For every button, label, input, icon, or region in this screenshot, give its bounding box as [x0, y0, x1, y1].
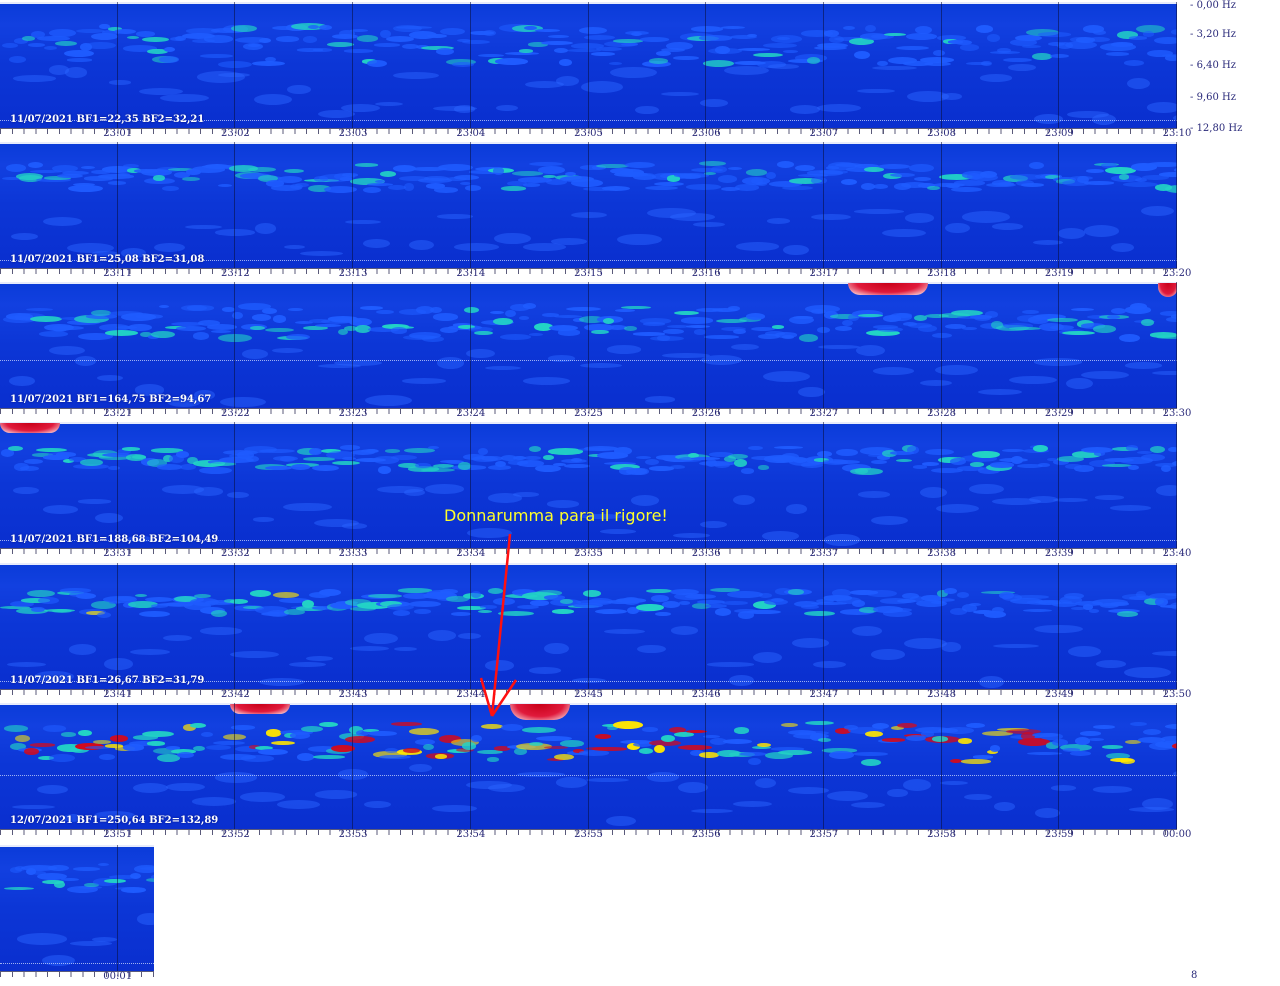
annotation-arrow: [479, 533, 518, 717]
page-number: 8: [1191, 970, 1198, 981]
annotation-arrow-shaft: [490, 533, 512, 717]
annotation-arrow-head-left: [479, 677, 494, 717]
